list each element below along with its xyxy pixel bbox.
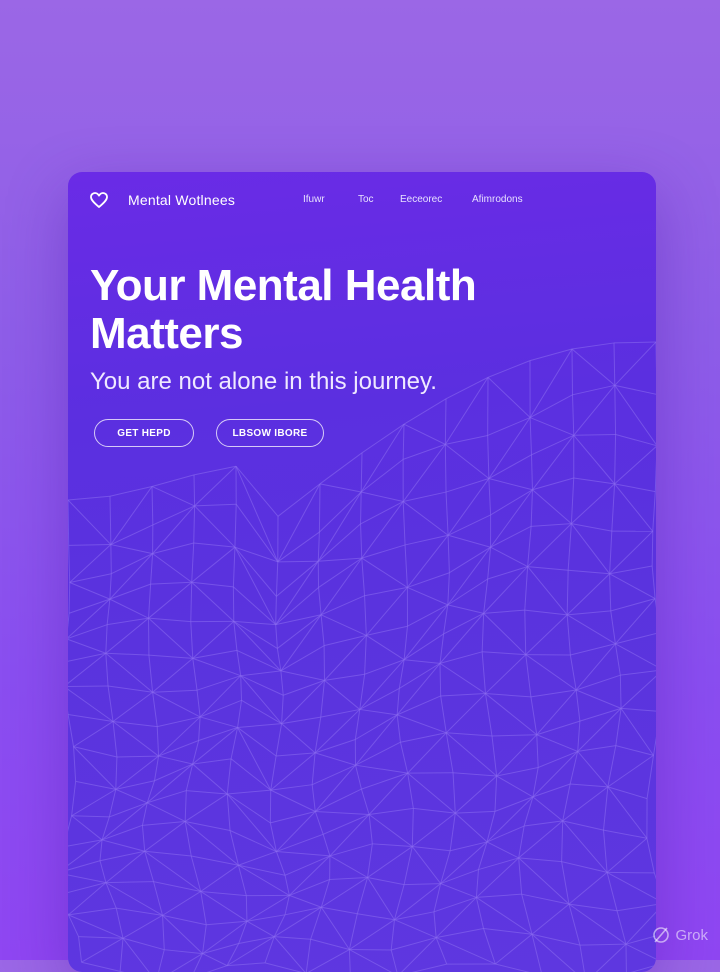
nav-link-toc[interactable]: Toc: [358, 194, 374, 205]
watermark-text: Grok: [675, 927, 708, 944]
grok-logo-icon: [652, 926, 670, 944]
brand-name[interactable]: Mental Wotlnees: [128, 192, 235, 208]
nav-link-home[interactable]: Ifuwr: [303, 194, 325, 205]
heart-logo-icon[interactable]: [89, 190, 109, 210]
nav-link-resources[interactable]: Eeceorec: [400, 194, 442, 205]
nav-link-affirmations[interactable]: Afimrodons: [472, 194, 523, 205]
get-help-button[interactable]: GET HEPD: [94, 419, 194, 447]
hero-card: Mental Wotlnees Ifuwr Toc Eeceorec Afimr…: [68, 172, 656, 972]
hero-title: Your Mental Health Matters: [90, 262, 610, 358]
grok-watermark: Grok: [652, 926, 708, 944]
top-navigation: Mental Wotlnees Ifuwr Toc Eeceorec Afimr…: [68, 172, 656, 228]
hero-subtitle: You are not alone in this journey.: [90, 368, 437, 396]
learn-more-button[interactable]: LBSOW IBORE: [216, 419, 324, 447]
